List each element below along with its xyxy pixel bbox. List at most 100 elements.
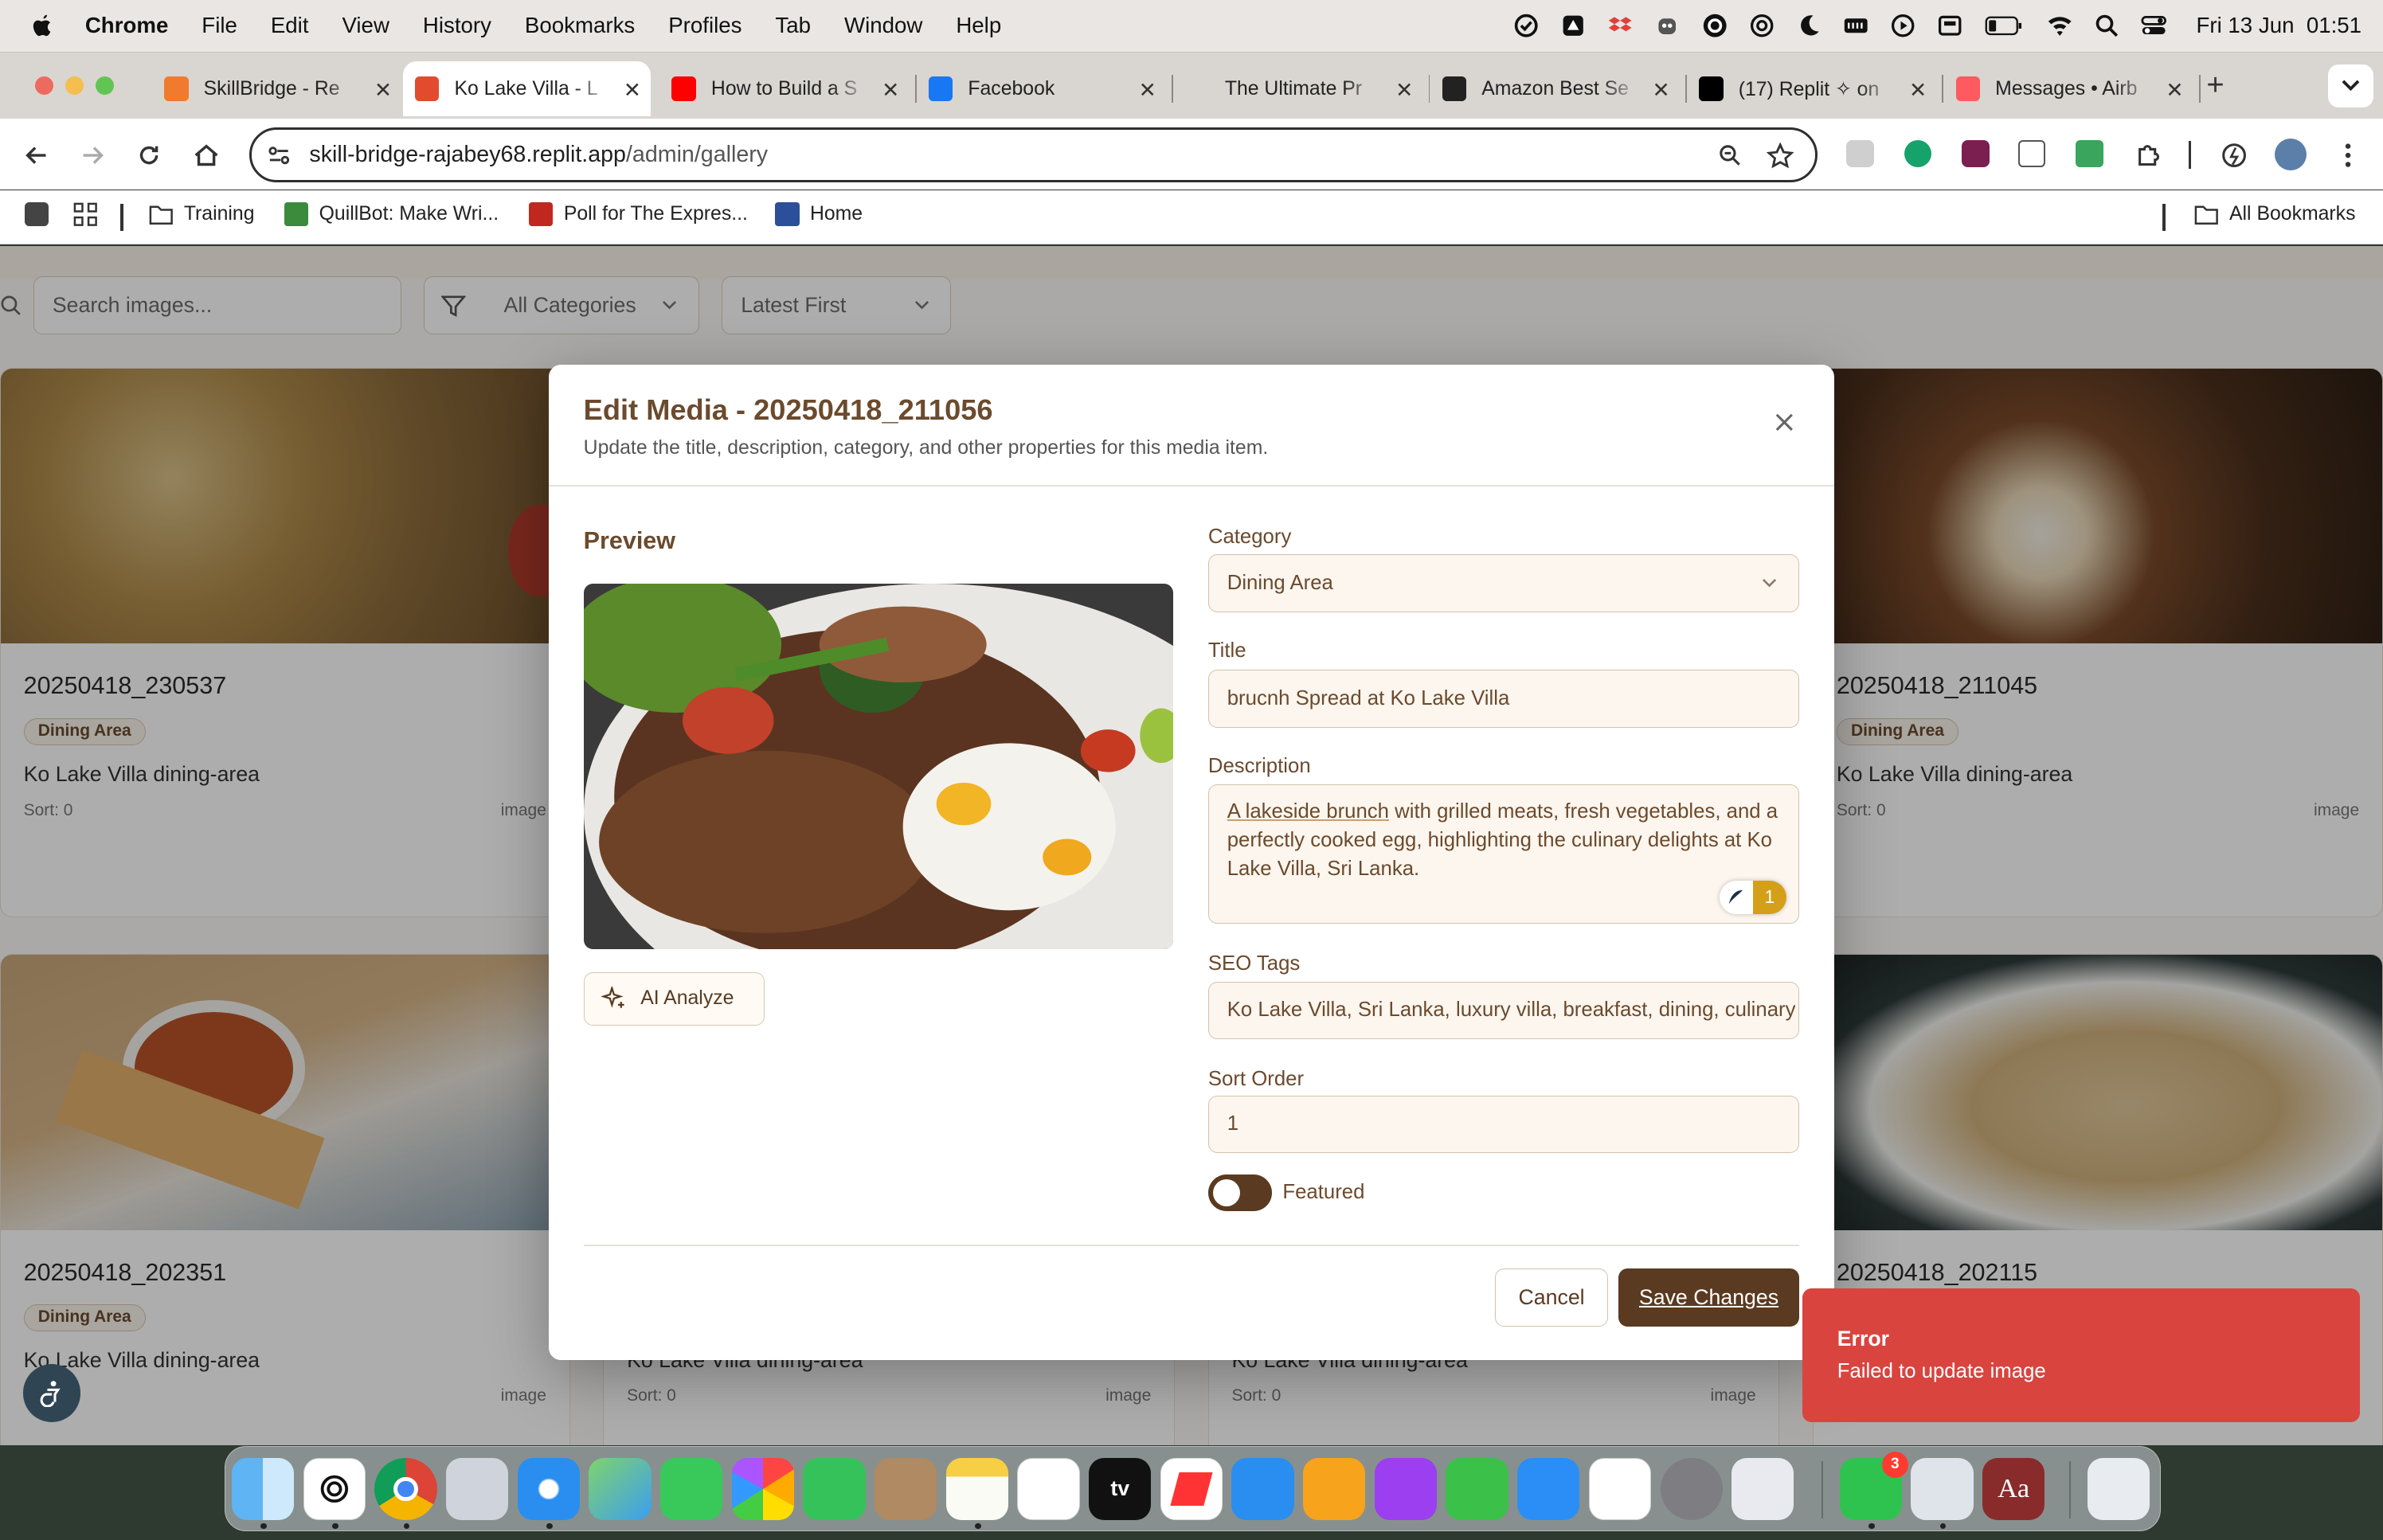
description-textarea[interactable]: A lakeside brunch with grilled meats, fr… <box>1207 784 1800 924</box>
chrome-icon[interactable] <box>374 1457 437 1520</box>
apple-tv-icon[interactable]: tv <box>1089 1457 1152 1520</box>
play-circle-icon[interactable] <box>1889 12 1916 39</box>
moon-icon[interactable] <box>1795 12 1822 39</box>
ai-analyze-button[interactable]: AI Analyze <box>583 972 765 1026</box>
save-changes-button[interactable]: Save Changes <box>1618 1268 1800 1327</box>
menu-help[interactable]: Help <box>956 13 1001 38</box>
bookmark-quillbot[interactable]: QuillBot: Make Wri... <box>284 201 499 227</box>
browser-tab[interactable]: The Ultimate Pr ✕ <box>1173 61 1422 116</box>
messages-icon[interactable] <box>660 1457 723 1520</box>
browser-tab[interactable]: Amazon Best Se ✕ <box>1430 61 1679 116</box>
cancel-button[interactable]: Cancel <box>1495 1268 1608 1327</box>
apps-grid-icon[interactable] <box>73 202 98 227</box>
photos-icon[interactable] <box>731 1457 794 1520</box>
browser-tab[interactable]: How to Build a S ✕ <box>659 61 909 116</box>
square-app-icon[interactable] <box>24 201 49 227</box>
title-input[interactable]: brucnh Spread at Ko Lake Villa <box>1207 670 1800 728</box>
reload-icon[interactable] <box>134 140 164 170</box>
finder-icon[interactable] <box>232 1457 295 1520</box>
notes-icon[interactable] <box>945 1457 1008 1520</box>
menu-file[interactable]: File <box>202 13 237 38</box>
podcasts-icon[interactable] <box>1374 1457 1438 1520</box>
drive-icon[interactable] <box>1559 12 1587 39</box>
back-icon[interactable] <box>22 140 52 170</box>
tab-close-icon[interactable]: ✕ <box>1139 78 1156 103</box>
profile-avatar[interactable] <box>2275 138 2307 170</box>
tab-close-icon[interactable]: ✕ <box>624 78 641 103</box>
facetime-icon[interactable] <box>803 1457 866 1520</box>
tab-close-icon[interactable]: ✕ <box>1653 78 1670 103</box>
menu-window[interactable]: Window <box>844 13 922 38</box>
control-center-icon[interactable] <box>2140 12 2167 39</box>
grammarly-widget[interactable]: 1 <box>1719 880 1786 914</box>
tab-close-icon[interactable]: ✕ <box>374 78 392 103</box>
tab-close-icon[interactable]: ✕ <box>2166 78 2183 103</box>
extension-t-icon[interactable] <box>1962 139 1990 167</box>
chrome-menu-icon[interactable] <box>2333 140 2363 170</box>
freeform-icon[interactable] <box>1588 1457 1652 1520</box>
browser-tab[interactable]: (17) Replit ✧ on ✕ <box>1687 61 1936 116</box>
browser-tab[interactable]: SkillBridge - Re ✕ <box>152 61 401 116</box>
whatsapp-icon[interactable]: 3 <box>1839 1452 1908 1520</box>
wifi-icon[interactable] <box>2046 12 2073 39</box>
featured-toggle[interactable] <box>1207 1174 1272 1211</box>
sort-order-input[interactable]: 1 <box>1207 1095 1800 1154</box>
chatgpt-app-icon[interactable] <box>303 1457 366 1520</box>
menu-history[interactable]: History <box>423 13 491 38</box>
address-bar[interactable]: skill-bridge-rajabey68.replit.app/admin/… <box>248 127 1818 182</box>
grammarly-extension-icon[interactable] <box>1904 139 1932 167</box>
grammarly-icon[interactable] <box>1701 12 1728 39</box>
reminders-icon[interactable] <box>1017 1457 1080 1520</box>
bookmark-poll[interactable]: Poll for The Expres... <box>528 201 748 227</box>
apple-logo-icon[interactable] <box>30 12 55 39</box>
tab-close-icon[interactable]: ✕ <box>1909 78 1927 103</box>
all-bookmarks[interactable]: All Bookmarks <box>2194 202 2355 227</box>
window-zoom-button[interactable] <box>96 76 115 96</box>
seo-tags-input[interactable]: Ko Lake Villa, Sri Lanka, luxury villa, … <box>1207 981 1800 1040</box>
pages-icon[interactable] <box>1303 1457 1366 1520</box>
site-settings-icon[interactable] <box>267 143 292 168</box>
display-icon[interactable] <box>1936 12 1963 39</box>
menu-app-name[interactable]: Chrome <box>85 13 169 38</box>
tab-search-button[interactable] <box>2328 64 2374 107</box>
maps-icon[interactable] <box>589 1457 652 1520</box>
window-minimize-button[interactable] <box>65 76 84 96</box>
accessibility-button[interactable] <box>22 1364 81 1422</box>
safari-icon[interactable] <box>517 1457 580 1520</box>
checkmark-circle-icon[interactable] <box>1512 12 1540 39</box>
launchpad-icon[interactable] <box>446 1457 509 1520</box>
bookmark-home[interactable]: Home <box>775 201 863 227</box>
preview-app-icon[interactable] <box>1911 1457 1974 1520</box>
system-settings-icon[interactable] <box>1660 1457 1723 1520</box>
extensions-puzzle-icon[interactable] <box>2134 140 2164 170</box>
home-icon[interactable] <box>191 140 221 170</box>
keynote-icon[interactable] <box>1231 1457 1294 1520</box>
browser-tab[interactable]: Messages • Airb ✕ <box>1943 61 2193 116</box>
new-tab-button[interactable]: + <box>2206 68 2224 103</box>
menu-view[interactable]: View <box>342 13 389 38</box>
window-close-button[interactable] <box>34 76 53 96</box>
menubar-clock[interactable]: Fri 13 Jun 01:51 <box>2196 13 2361 38</box>
robot-icon[interactable] <box>1653 12 1681 39</box>
performance-icon[interactable] <box>2219 140 2249 170</box>
menu-profiles[interactable]: Profiles <box>668 13 742 38</box>
trash-icon[interactable] <box>2087 1457 2150 1520</box>
tab-close-icon[interactable]: ✕ <box>1395 78 1413 103</box>
app-store-icon[interactable] <box>1517 1457 1580 1520</box>
close-icon[interactable] <box>1774 412 1795 433</box>
menu-edit[interactable]: Edit <box>271 13 309 38</box>
browser-tab[interactable]: Facebook ✕ <box>917 61 1166 116</box>
zoom-icon[interactable] <box>1718 143 1743 168</box>
category-select[interactable]: Dining Area <box>1207 554 1800 612</box>
browser-tab[interactable]: Ko Lake Villa - L ✕ <box>402 61 651 116</box>
translate-extension-icon[interactable] <box>2017 139 2046 167</box>
bookmark-star-icon[interactable] <box>1766 142 1794 170</box>
contacts-icon[interactable] <box>875 1457 937 1520</box>
spotlight-search-icon[interactable] <box>2093 12 2120 39</box>
chatgpt-icon[interactable] <box>1748 12 1775 39</box>
news-icon[interactable] <box>1160 1457 1223 1520</box>
sheets-extension-icon[interactable] <box>2076 139 2103 167</box>
forward-icon[interactable] <box>77 140 108 170</box>
extension-1-icon[interactable] <box>1846 139 1874 167</box>
tab-close-icon[interactable]: ✕ <box>882 78 899 103</box>
